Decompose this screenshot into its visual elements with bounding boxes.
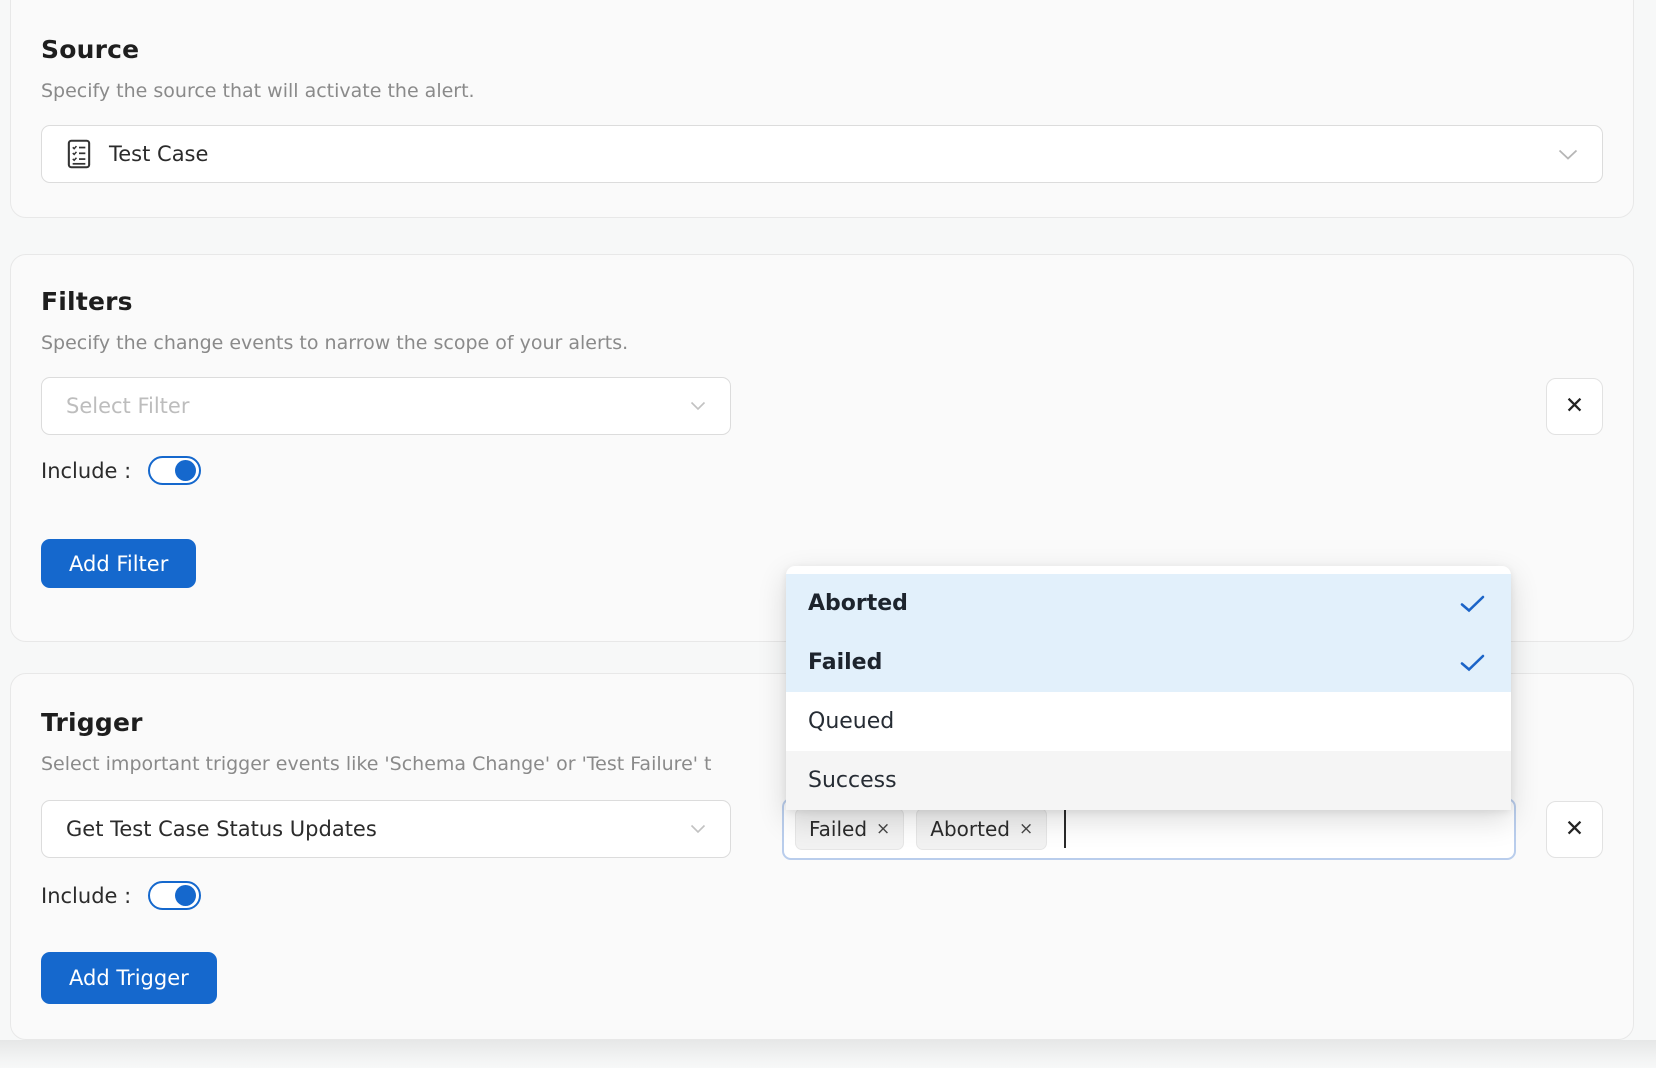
close-icon: ✕ xyxy=(1565,816,1584,842)
text-cursor xyxy=(1064,810,1066,848)
status-options-menu: Aborted Failed Queued Success xyxy=(786,566,1511,810)
selected-event-tag: Aborted × xyxy=(916,808,1047,850)
remove-filter-button[interactable]: ✕ xyxy=(1546,378,1603,435)
alert-config-page: Source Specify the source that will acti… xyxy=(0,0,1656,1068)
check-icon xyxy=(1460,654,1485,672)
remove-trigger-button[interactable]: ✕ xyxy=(1546,801,1603,858)
filters-description: Specify the change events to narrow the … xyxy=(41,332,1603,354)
menu-item-success[interactable]: Success xyxy=(786,751,1511,810)
check-icon xyxy=(1460,595,1485,613)
option-label: Failed xyxy=(808,650,882,675)
add-filter-button[interactable]: Add Filter xyxy=(41,539,196,588)
trigger-select[interactable]: Get Test Case Status Updates xyxy=(41,800,731,858)
filters-title: Filters xyxy=(41,287,1603,316)
source-description: Specify the source that will activate th… xyxy=(41,80,1603,102)
trigger-select-value: Get Test Case Status Updates xyxy=(66,817,377,841)
source-title: Source xyxy=(41,35,1603,64)
toggle-knob xyxy=(175,885,196,906)
include-label: Include : xyxy=(41,884,131,908)
menu-item-aborted[interactable]: Aborted xyxy=(786,574,1511,633)
menu-item-queued[interactable]: Queued xyxy=(786,692,1511,751)
tag-label: Aborted xyxy=(930,817,1010,841)
toggle-knob xyxy=(175,460,196,481)
close-icon: ✕ xyxy=(1565,393,1584,419)
chevron-down-icon xyxy=(690,824,706,834)
chevron-down-icon xyxy=(690,401,706,411)
remove-tag-icon[interactable]: × xyxy=(1019,821,1033,838)
tag-label: Failed xyxy=(809,817,867,841)
option-label: Success xyxy=(808,768,897,793)
include-label: Include : xyxy=(41,459,131,483)
filter-select-placeholder: Select Filter xyxy=(66,394,189,418)
trigger-include-toggle[interactable] xyxy=(148,881,201,910)
add-trigger-button[interactable]: Add Trigger xyxy=(41,952,217,1004)
panel-bottom-shadow xyxy=(0,1040,1656,1068)
chevron-down-icon xyxy=(1558,149,1578,160)
option-label: Queued xyxy=(808,709,894,734)
selected-event-tag: Failed × xyxy=(795,808,904,850)
source-section: Source Specify the source that will acti… xyxy=(10,0,1634,218)
menu-item-failed[interactable]: Failed xyxy=(786,633,1511,692)
source-select-value: Test Case xyxy=(109,142,208,166)
test-case-document-icon xyxy=(66,139,92,169)
source-select[interactable]: Test Case xyxy=(41,125,1603,183)
option-label: Aborted xyxy=(808,591,908,616)
filter-select[interactable]: Select Filter xyxy=(41,377,731,435)
remove-tag-icon[interactable]: × xyxy=(876,821,890,838)
filter-include-toggle[interactable] xyxy=(148,456,201,485)
